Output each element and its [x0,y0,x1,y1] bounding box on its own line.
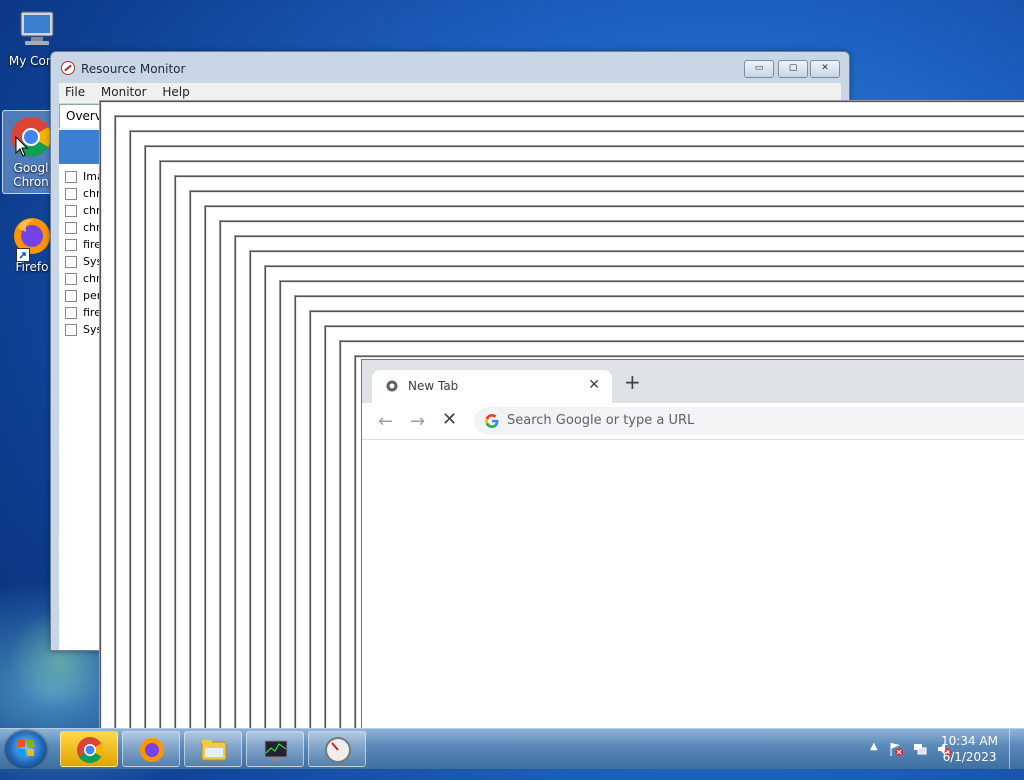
show-hidden-icons-button[interactable]: ▲ [870,741,878,752]
taskbar: ▲ 10:34 AM 6/1/2023 [0,728,1024,769]
resource-monitor-icon [61,61,75,75]
system-tray: ▲ 10:34 AM 6/1/2023 [834,729,1024,769]
file-explorer-icon [200,736,228,764]
forward-button[interactable]: → [410,411,425,432]
tab-new-tab[interactable]: New Tab ✕ [372,370,612,403]
start-button[interactable] [6,731,46,767]
minimize-button[interactable]: ▭ [744,60,774,78]
omnibox-placeholder: Search Google or type a URL [507,413,695,428]
taskbar-chrome-button[interactable] [60,731,118,767]
new-tab-button[interactable]: + [624,370,641,394]
taskbar-firefox-button[interactable] [122,731,180,767]
taskbar-explorer-button[interactable] [184,731,242,767]
stop-button[interactable]: ✕ [442,409,457,430]
close-button[interactable]: ✕ [810,60,840,78]
checkbox[interactable] [65,307,77,319]
checkbox[interactable] [65,188,77,200]
chrome-tabstrip: New Tab ✕ + [362,360,1024,403]
menu-file[interactable]: File [59,83,91,101]
window-title: Resource Monitor [81,62,186,76]
menu-monitor[interactable]: Monitor [95,83,153,101]
checkbox[interactable] [65,171,77,183]
tab-close-icon[interactable]: ✕ [588,377,600,393]
taskbar-resource-monitor-button[interactable] [246,731,304,767]
mouse-cursor-icon [15,135,29,161]
taskbar-gauge-button[interactable] [308,731,366,767]
back-button[interactable]: ← [378,411,393,432]
chrome-favicon-icon [386,380,398,392]
menu-help[interactable]: Help [156,83,195,101]
google-g-icon [484,413,500,429]
title-bar[interactable]: Resource Monitor ▭ ▢ ✕ [51,52,849,82]
resource-monitor-icon [262,736,290,764]
checkbox[interactable] [65,222,77,234]
chrome-toolbar: ← → ✕ Search Google or type a URL [362,403,1024,440]
checkbox[interactable] [65,256,77,268]
show-desktop-button[interactable] [1009,729,1024,769]
tab-title: New Tab [408,379,459,393]
windows-logo-icon [18,740,34,756]
clock[interactable]: 10:34 AM 6/1/2023 [941,733,998,765]
omnibox[interactable]: Search Google or type a URL [474,407,1024,435]
computer-icon [15,8,59,52]
checkbox[interactable] [65,324,77,336]
chrome-icon [76,736,104,764]
firefox-icon [138,736,166,764]
speedometer-icon [324,736,352,764]
clock-time: 10:34 AM [941,734,998,748]
checkbox[interactable] [65,205,77,217]
checkbox[interactable] [65,239,77,251]
network-icon[interactable] [912,741,928,757]
checkbox[interactable] [65,273,77,285]
menu-bar: File Monitor Help [59,83,841,103]
checkbox[interactable] [65,290,77,302]
chrome-window[interactable]: New Tab ✕ + ← → ✕ Search Google or type … [361,359,1024,730]
clock-date: 6/1/2023 [942,750,997,764]
shortcut-arrow-icon [16,248,30,262]
maximize-button[interactable]: ▢ [778,60,808,78]
action-center-flag-icon[interactable] [888,741,904,757]
